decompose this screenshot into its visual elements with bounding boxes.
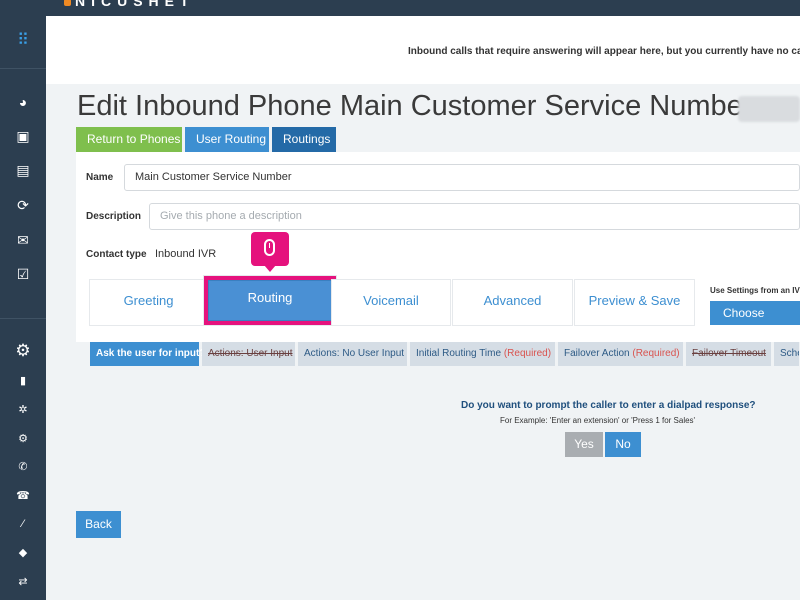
left-sidebar: ⠿ ◕ ▣ ▤ ⟳ ✉ ☑ ⚙ ▮ ✲ ⚙ ✆ ☎ ⁄ ◆ ⇄	[0, 0, 46, 600]
contacts-icon[interactable]: ▣	[0, 126, 46, 146]
building-icon[interactable]: ▮	[0, 371, 46, 391]
ivr-template-label: Use Settings from an IVR T	[710, 286, 800, 295]
dialpad-question-example: For Example: 'Enter an extension' or 'Pr…	[500, 416, 696, 425]
routings-button[interactable]: Routings	[272, 127, 336, 152]
calls-notice: Inbound calls that require answering wil…	[46, 16, 800, 84]
substep-failover-action[interactable]: Failover Action (Required)	[558, 342, 684, 366]
chat-icon[interactable]: ▤	[0, 160, 46, 180]
tab-routing-label: Routing	[208, 280, 332, 321]
dialpad-question-text: Do you want to prompt the caller to ente…	[461, 400, 756, 411]
phone-icon[interactable]: ✆	[0, 457, 46, 477]
required-tag: (Required)	[503, 348, 552, 359]
sidebar-divider	[0, 318, 46, 319]
substep-initial-routing-time[interactable]: Initial Routing Time (Required)	[410, 342, 556, 366]
choose-template-button[interactable]: Choose	[710, 301, 800, 325]
user-routing-button[interactable]: User Routing	[185, 127, 269, 152]
back-button[interactable]: Back	[76, 511, 121, 538]
substep-initial-routing-time-label: Initial Routing Time	[416, 348, 502, 359]
phone-book-icon[interactable]: ☎	[0, 486, 46, 506]
no-button[interactable]: No	[605, 432, 641, 457]
cogs-icon[interactable]: ⚙	[0, 429, 46, 449]
network-icon[interactable]: ⟳	[0, 195, 46, 215]
click-indicator-badge	[251, 232, 289, 272]
return-to-phones-button[interactable]: Return to Phones	[76, 127, 182, 152]
pie-chart-icon[interactable]: ◕	[0, 92, 46, 112]
sidebar-divider	[0, 68, 46, 69]
logo-mark-icon	[64, 0, 71, 6]
contact-type-label: Contact type	[86, 249, 147, 260]
dialpad-icon[interactable]: ⠿	[0, 31, 46, 51]
header-bar: NICUSHET	[46, 0, 800, 16]
redacted-number	[738, 96, 800, 122]
logo-text: NICUSHET	[75, 0, 195, 9]
substep-actions-no-user-input[interactable]: Actions: No User Input	[298, 342, 408, 366]
description-label: Description	[86, 211, 142, 222]
task-icon[interactable]: ☑	[0, 264, 46, 284]
tab-routing[interactable]: Routing	[204, 276, 336, 325]
name-label: Name	[86, 172, 114, 183]
cog-icon[interactable]: ✲	[0, 400, 46, 420]
magic-wand-icon[interactable]: ⁄	[0, 514, 46, 534]
transfer-icon[interactable]: ⇄	[0, 572, 46, 592]
substep-schedule[interactable]: Sche	[774, 342, 800, 366]
calls-notice-text: Inbound calls that require answering wil…	[408, 46, 800, 57]
required-tag: (Required)	[632, 348, 680, 359]
tab-advanced[interactable]: Advanced	[453, 280, 572, 325]
contact-type-value: Inbound IVR	[155, 248, 217, 260]
name-field[interactable]: Main Customer Service Number	[124, 164, 800, 191]
substep-failover-action-label: Failover Action	[564, 348, 630, 359]
settings-gear-icon[interactable]: ⚙	[0, 341, 46, 361]
description-field[interactable]: Give this phone a description	[149, 203, 800, 230]
substep-ask-input[interactable]: Ask the user for input?	[90, 342, 205, 366]
header-sidebar-corner	[0, 0, 46, 16]
tab-greeting[interactable]: Greeting	[90, 280, 207, 325]
substep-failover-timeout[interactable]: Failover Timeout	[686, 342, 772, 366]
page-title: Edit Inbound Phone Main Customer Service…	[77, 90, 753, 122]
tag-icon[interactable]: ◆	[0, 543, 46, 563]
yes-button[interactable]: Yes	[565, 432, 603, 457]
mail-icon[interactable]: ✉	[0, 230, 46, 250]
app-logo[interactable]: NICUSHET	[64, 0, 195, 9]
tab-voicemail[interactable]: Voicemail	[332, 280, 450, 325]
substep-actions-user-input[interactable]: Actions: User Input	[202, 342, 296, 366]
mouse-icon	[264, 239, 275, 256]
tab-preview-save[interactable]: Preview & Save	[575, 280, 694, 325]
